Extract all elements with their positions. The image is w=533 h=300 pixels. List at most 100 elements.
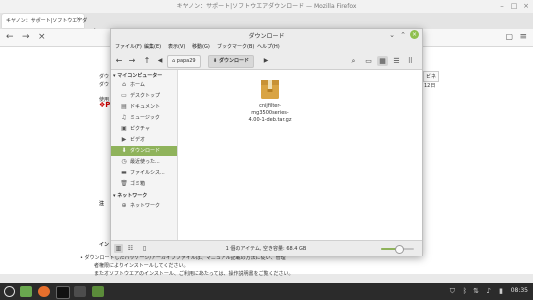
sidebar-item-label: ホーム — [130, 82, 145, 88]
compact-view-icon[interactable]: ⠿ — [405, 56, 416, 66]
toggle-path-icon[interactable]: ▭ — [363, 56, 374, 66]
archive-icon — [261, 80, 279, 99]
breadcrumb-home[interactable]: ⌂ papa29 — [167, 55, 201, 68]
page-use-label: 使用 — [99, 97, 110, 103]
minimize-icon[interactable]: – — [497, 1, 507, 11]
folder-icon[interactable] — [92, 286, 104, 297]
sidebar-item-label: ファイルシス... — [130, 170, 165, 176]
sidebar-item-filesystem[interactable]: ▬ ファイルシス... — [111, 168, 177, 178]
menu-help[interactable]: ヘルプ(H) — [257, 43, 280, 50]
file-manager-title-bar: ダウンロード ⌄ ⌃ × — [111, 29, 422, 41]
page-right-fragment: 12日 — [424, 83, 436, 89]
sidebar-item-label: デスクトップ — [130, 93, 161, 99]
back-icon[interactable]: ← — [114, 56, 124, 66]
document-icon: ▤ — [121, 103, 127, 110]
browser-tab-bar: キヤノン：サポート|ソフトウエアダ × + — [0, 13, 533, 37]
browser-tab[interactable]: キヤノン：サポート|ソフトウエアダ × — [2, 14, 87, 28]
minimize-icon[interactable]: ⌄ — [388, 31, 396, 39]
file-manager-title: ダウンロード — [248, 33, 285, 40]
back-icon[interactable]: ← — [6, 32, 14, 42]
search-icon[interactable]: ⌕ — [348, 56, 359, 66]
terminal-icon[interactable] — [56, 286, 70, 299]
close-icon[interactable]: × — [38, 32, 46, 42]
firefox-window-icon[interactable] — [74, 286, 86, 297]
sidebar-header-network-label: ネットワーク — [117, 193, 148, 199]
battery-icon[interactable]: ▮ — [499, 287, 503, 295]
maximize-icon[interactable]: ⌃ — [399, 31, 407, 39]
firefox-icon[interactable] — [38, 286, 50, 297]
menu-file[interactable]: ファイル(F) — [115, 43, 142, 50]
recent-icon: ◷ — [121, 158, 127, 165]
sidebar-header-network[interactable]: ▾ ネットワーク — [113, 192, 147, 199]
sidebar-item-desktop[interactable]: ▭ デスクトップ — [111, 91, 177, 101]
sidebar-item-home[interactable]: ⌂ ホーム — [111, 80, 177, 90]
menu-go[interactable]: 移動(G) — [192, 43, 210, 50]
sidebar-hide-icon[interactable]: ▯ — [140, 244, 149, 253]
breadcrumb-home-label: papa29 — [176, 58, 196, 64]
sidebar-item-pictures[interactable]: ▣ ピクチャ — [111, 124, 177, 134]
close-icon[interactable]: × — [410, 30, 419, 39]
tab-close-icon[interactable]: × — [76, 16, 81, 23]
sidebar-header-computer[interactable]: ▾ マイコンピューター — [113, 72, 162, 79]
sidebar-header-computer-label: マイコンピューター — [117, 73, 163, 79]
forward-icon[interactable]: → — [22, 32, 30, 42]
taskbar: ⛉ ᛒ ⇅ ♪ ▮ 08:35 — [0, 283, 533, 300]
file-name: cnijfilter- mg3500series- 4.00-1-deb.tar… — [248, 103, 292, 123]
home-icon: ⌂ — [122, 81, 126, 88]
page-install-label: イン — [99, 242, 110, 248]
hamburger-menu-icon[interactable]: ≡ — [519, 32, 527, 42]
volume-icon[interactable]: ♪ — [487, 287, 491, 295]
bluetooth-icon[interactable]: ᛒ — [463, 287, 467, 295]
video-icon: ▶ — [121, 136, 127, 143]
zoom-slider[interactable] — [381, 245, 414, 254]
list-view-icon[interactable]: ☰ — [391, 56, 402, 66]
sidebar-item-label: ドキュメント — [130, 104, 161, 110]
menu-bookmarks[interactable]: ブックマーク(B) — [217, 43, 254, 50]
sidebar-item-label: ピクチャ — [130, 126, 150, 132]
clock[interactable]: 08:35 — [511, 287, 528, 294]
sidebar-item-label: ゴミ箱 — [130, 181, 146, 187]
up-icon[interactable]: ↑ — [142, 56, 152, 66]
trash-icon: 🗑 — [120, 180, 128, 187]
breadcrumb-current-label: ダウンロード — [218, 58, 249, 64]
sidebar-item-videos[interactable]: ▶ ビデオ — [111, 135, 177, 145]
maximize-icon[interactable]: □ — [509, 1, 519, 11]
page-right-fragment: ビネ — [423, 71, 440, 82]
page-footer-line: 者権限によりインストールしてください。 — [94, 263, 189, 269]
network-icon[interactable]: ⇅ — [473, 287, 479, 295]
sidebar-item-label: ビデオ — [130, 137, 146, 143]
forward-icon[interactable]: → — [127, 56, 137, 66]
breadcrumb-current[interactable]: ⬇ ダウンロード — [208, 55, 254, 68]
sidebar-tree-icon[interactable]: ☷ — [126, 244, 135, 253]
file-manager-icon[interactable] — [20, 286, 32, 297]
file-manager-toolbar: ← → ↑ ◀ ⌂ papa29 ⬇ ダウンロード ▶ ⌕ ▭ ▦ ☰ ⠿ — [111, 53, 422, 70]
shield-icon[interactable]: ⛉ — [450, 287, 455, 296]
file-manager-window: ダウンロード ⌄ ⌃ × ファイル(F) 編集(E) 表示(V) 移動(G) ブ… — [110, 28, 423, 256]
icon-view-icon[interactable]: ▦ — [377, 56, 388, 66]
sidebar-item-downloads[interactable]: ⬇ ダウンロード — [111, 146, 177, 156]
drive-icon: ▬ — [121, 169, 127, 176]
file-manager-sidebar: ▾ マイコンピューター ⌂ ホーム ▭ デスクトップ ▤ ドキュメント ♫ ミュージック… — [111, 70, 178, 240]
sidebar-item-recent[interactable]: ◷ 最近使った... — [111, 157, 177, 167]
browser-window-title: キヤノン：サポート|ソフトウエアダウンロード — Mozilla Firefox — [176, 3, 357, 10]
sidebar-item-label: ネットワーク — [130, 203, 161, 209]
page-note-label: 注 — [99, 201, 105, 207]
menu-icon[interactable] — [4, 286, 15, 297]
zoom-slider-handle[interactable] — [395, 245, 405, 254]
sidebar-item-trash[interactable]: 🗑 ゴミ箱 — [111, 179, 177, 189]
sidebar-item-documents[interactable]: ▤ ドキュメント — [111, 102, 177, 112]
shield-icon[interactable]: ▢ — [505, 32, 513, 41]
sidebar-places-icon[interactable]: ▥ — [114, 244, 123, 253]
page-text-line: ダウ — [99, 82, 110, 88]
desktop-icon: ▭ — [121, 92, 127, 99]
sidebar-item-network[interactable]: ⊕ ネットワーク — [111, 201, 177, 211]
close-icon[interactable]: × — [521, 1, 531, 11]
menu-view[interactable]: 表示(V) — [168, 43, 185, 50]
toggle-location-icon[interactable]: ◀ — [155, 56, 165, 66]
menu-edit[interactable]: 編集(E) — [144, 43, 161, 50]
sidebar-item-music[interactable]: ♫ ミュージック — [111, 113, 177, 123]
network-icon: ⊕ — [121, 202, 127, 209]
file-view: cnijfilter- mg3500series- 4.00-1-deb.tar… — [178, 70, 422, 240]
chevron-right-icon[interactable]: ▶ — [261, 56, 271, 66]
browser-title-bar: キヤノン：サポート|ソフトウエアダウンロード — Mozilla Firefox… — [0, 0, 533, 13]
